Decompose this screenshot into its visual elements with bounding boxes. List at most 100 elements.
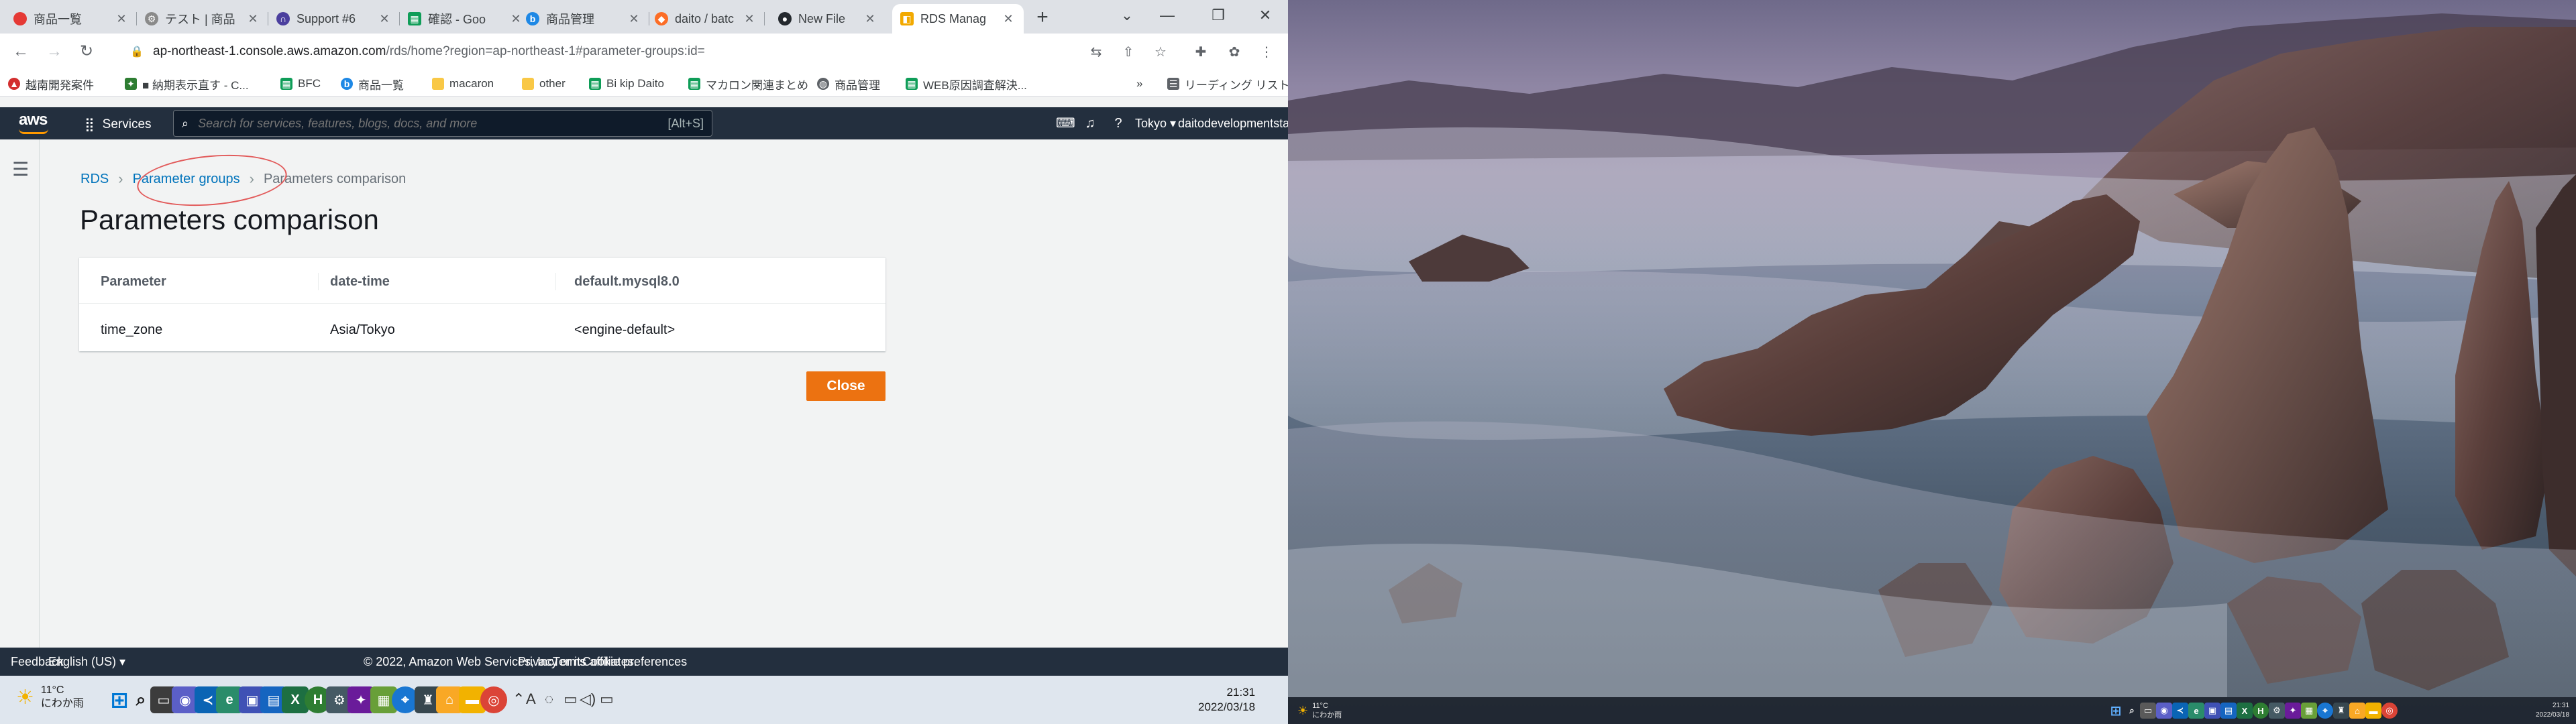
app-icon[interactable]: ▤ <box>2220 703 2237 719</box>
close-icon[interactable]: ✕ <box>114 12 129 26</box>
bookmark-delivery-fix[interactable]: ✦ ■ 納期表示直す - C... <box>125 75 249 93</box>
weather-widget[interactable]: ☀ 11°C にわか雨 <box>1297 701 1342 720</box>
tab-rds-management[interactable]: ◧ RDS Manag ✕ <box>892 4 1024 34</box>
language-selector[interactable]: English (US) ▾ <box>48 655 125 669</box>
app-icon[interactable]: ⌂ <box>2349 703 2365 719</box>
tab-google-sheet[interactable]: ▦ 確認 - Goo ✕ <box>400 4 531 34</box>
bookmarks-overflow-button[interactable]: » <box>1136 75 1142 93</box>
reload-icon[interactable]: ↻ <box>76 42 97 62</box>
tab-test-products[interactable]: ⚙ テスト | 商品 ✕ <box>137 4 268 34</box>
tab-github-new-file[interactable]: ● New File ✕ <box>770 4 885 34</box>
back-arrow-icon[interactable]: ← <box>11 42 31 62</box>
edge-browser-icon[interactable]: e <box>2188 703 2204 719</box>
aws-search-input[interactable] <box>198 116 668 131</box>
terms-link[interactable]: Terms <box>553 655 586 669</box>
red-circle-icon <box>13 12 27 25</box>
aws-logo[interactable]: aws <box>19 111 48 129</box>
column-header-date-time: date-time <box>330 274 390 289</box>
tab-gitlab[interactable]: ◆ daito / batc ✕ <box>647 4 765 34</box>
hs-app-icon[interactable]: H <box>2253 703 2269 719</box>
breadcrumb-rds[interactable]: RDS <box>80 172 109 187</box>
kebab-menu-icon[interactable]: ⋮ <box>1257 43 1276 62</box>
weather-sun-cloud-icon: ☀ <box>1297 704 1309 717</box>
clock-time: 21:31 <box>2553 702 2570 709</box>
share-icon[interactable]: ⇧ <box>1119 43 1138 62</box>
volume-icon[interactable]: ◁) <box>580 690 596 708</box>
services-menu[interactable]: ⣿ Services <box>85 116 152 133</box>
task-view-icon[interactable]: ▭ <box>2140 703 2156 719</box>
bookmark-macaron-summary[interactable]: ▦ マカロン関連まとめ <box>688 75 808 93</box>
remote-desktop-icon[interactable]: ▣ <box>2204 703 2220 719</box>
system-clock[interactable]: 21:31 2022/03/18 <box>2536 701 2569 720</box>
close-icon[interactable]: ✕ <box>742 12 757 26</box>
window-close-icon[interactable]: ✕ <box>1238 0 1288 34</box>
file-explorer-icon[interactable]: ▬ <box>2365 703 2381 719</box>
minimize-icon[interactable]: — <box>1140 0 1194 34</box>
cell-date-time-value: Asia/Tokyo <box>330 322 395 337</box>
weather-temperature: 11°C <box>40 684 64 696</box>
cookie-preferences-link[interactable]: Cookie preferences <box>582 655 687 669</box>
tab-products-list[interactable]: 商品一覧 ✕ <box>5 4 137 34</box>
new-tab-button[interactable]: + <box>1030 5 1055 29</box>
teams-chat-icon[interactable]: ◉ <box>2156 703 2172 719</box>
clock-date: 2022/03/18 <box>1198 701 1256 713</box>
app-icon[interactable]: ♜ <box>2333 703 2349 719</box>
region-selector[interactable]: Tokyo ▾ <box>1135 117 1176 131</box>
chrome-icon[interactable]: ◎ <box>2381 703 2398 719</box>
windows-taskbar-secondary: ☀ 11°C にわか雨 ⊞ ⌕ ▭ ◉ ≺ e ▣ ▤ X H ⚙ ✦ ▦ ⌖ … <box>1288 697 2576 724</box>
forward-arrow-icon[interactable]: → <box>44 42 64 62</box>
cell-default-value: <engine-default> <box>574 322 676 337</box>
right-monitor-desktop: ☀ 11°C にわか雨 ⊞ ⌕ ▭ ◉ ≺ e ▣ ▤ X H ⚙ ✦ ▦ ⌖ … <box>1288 0 2576 724</box>
bell-icon[interactable]: ♫ <box>1081 115 1099 133</box>
bookmarks-bar: ▲ 越南開発案件 ✦ ■ 納期表示直す - C... ▦ BFC b 商品一覧 maca… <box>0 70 1288 97</box>
weather-widget[interactable]: ☀ 11°C にわか雨 <box>16 684 84 711</box>
bookmark-bi-kip-daito[interactable]: ▦ Bi kip Daito <box>589 75 664 93</box>
cloudshell-icon[interactable]: ⌨ <box>1056 115 1075 133</box>
vscode-icon[interactable]: ≺ <box>2172 703 2188 719</box>
close-button[interactable]: Close <box>806 371 885 401</box>
bookmark-bfc[interactable]: ▦ BFC <box>280 75 321 93</box>
tab-product-management[interactable]: b 商品管理 ✕ <box>518 4 649 34</box>
star-icon[interactable]: ☆ <box>1151 43 1170 62</box>
column-divider <box>555 273 556 290</box>
bookmark-folder-other[interactable]: other <box>522 75 566 93</box>
app-icon[interactable]: ⚙ <box>2269 703 2285 719</box>
network-icon[interactable]: ▭ <box>564 690 578 708</box>
excel-icon[interactable]: X <box>2237 703 2253 719</box>
profile-avatar-icon[interactable]: ✿ <box>1225 43 1244 62</box>
bookmark-folder-macaron[interactable]: macaron <box>432 75 494 93</box>
bookmark-web-investigation[interactable]: ▦ WEB原因調査解決... <box>906 75 1027 93</box>
account-menu[interactable]: daitodevelopmentstaff @ 7143-0864-2750 ▾ <box>1178 117 1288 131</box>
windows-start-icon[interactable]: ⊞ <box>2108 703 2124 719</box>
chevron-up-icon[interactable]: ⌃ <box>513 690 525 708</box>
system-clock[interactable]: 21:31 2022/03/18 <box>1198 685 1255 715</box>
chrome-icon[interactable]: ◎ <box>480 686 507 713</box>
bookmark-products-list[interactable]: b 商品一覧 <box>341 75 404 93</box>
aws-console-main: ☰ RDS › Parameter groups › Parameters co… <box>0 139 1288 648</box>
close-icon[interactable]: ✕ <box>863 12 877 26</box>
search-icon[interactable]: ⌕ <box>2124 703 2140 719</box>
bookmark-vietnam-project[interactable]: ▲ 越南開発案件 <box>8 75 94 93</box>
ime-icon[interactable]: A <box>526 690 536 708</box>
hamburger-menu-icon[interactable]: ☰ <box>12 158 29 180</box>
close-icon[interactable]: ✕ <box>627 12 641 26</box>
maps-pin-icon[interactable]: ⌖ <box>2317 703 2333 719</box>
close-icon[interactable]: ✕ <box>377 12 392 26</box>
extensions-icon[interactable]: ✚ <box>1191 43 1210 62</box>
help-icon[interactable]: ? <box>1110 115 1127 133</box>
close-icon[interactable]: ✕ <box>246 12 260 26</box>
battery-icon[interactable]: ▭ <box>600 690 614 708</box>
tab-support[interactable]: ∩ Support #6 ✕ <box>268 4 400 34</box>
address-bar[interactable]: 🔒 ap-northeast-1.console.aws.amazon.com /… <box>130 38 1063 65</box>
reading-list-button[interactable]: ☰ リーディング リスト <box>1167 75 1288 93</box>
b-icon: b <box>341 78 353 90</box>
app-icon[interactable]: ▦ <box>2301 703 2317 719</box>
privacy-link[interactable]: Privacy <box>518 655 557 669</box>
app-icon[interactable]: ✦ <box>2285 703 2301 719</box>
close-icon[interactable]: ✕ <box>1001 12 1016 26</box>
bookmark-product-management[interactable]: ◍ 商品管理 <box>817 75 880 93</box>
restore-icon[interactable]: ❐ <box>1191 0 1245 34</box>
translate-icon[interactable]: ⇆ <box>1087 43 1106 62</box>
app-tray-icon[interactable]: ◌ <box>545 690 553 708</box>
aws-search-box[interactable]: ⌕ [Alt+S] <box>173 110 712 137</box>
